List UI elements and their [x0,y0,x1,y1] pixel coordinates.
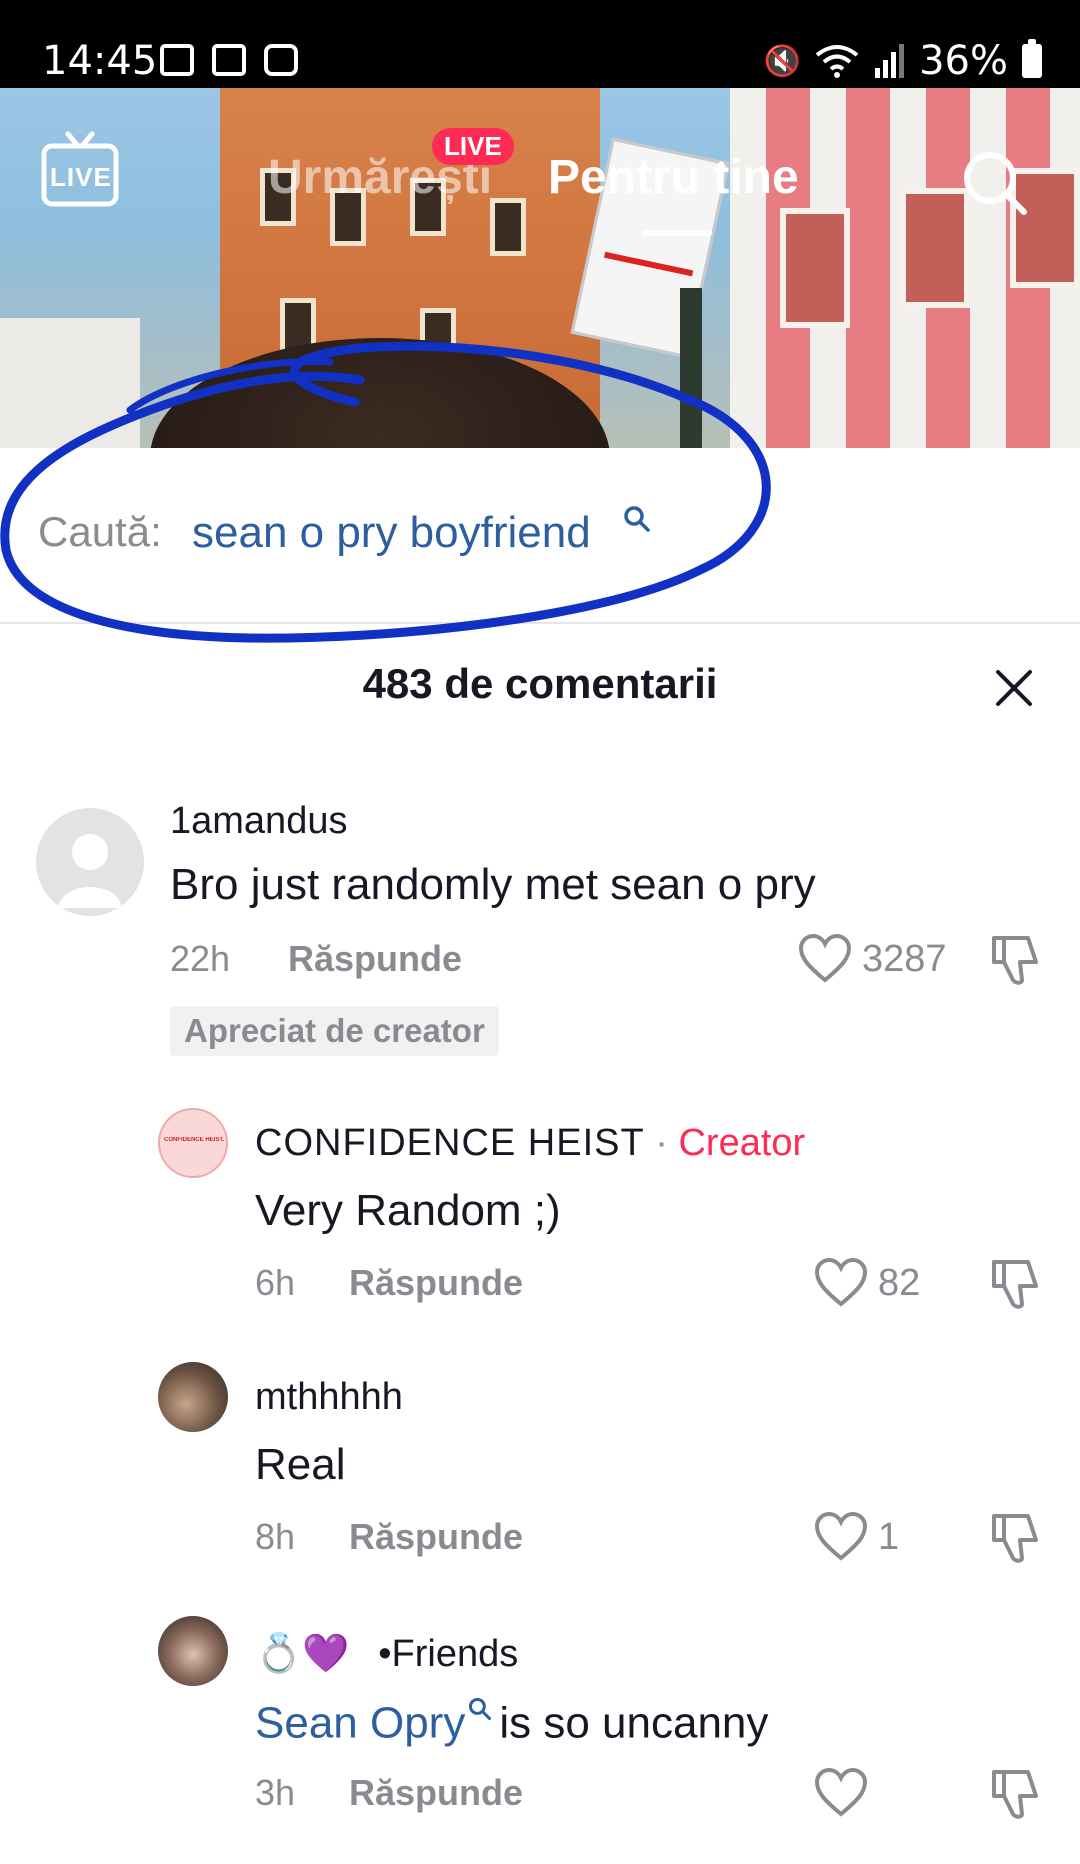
comment-time: 8h [255,1516,296,1557]
live-button-label: LIVE [50,162,112,192]
search-prefix-label: Caută: [38,508,162,555]
comment-time: 22h [170,938,231,979]
reply-button[interactable]: Răspunde [349,1772,523,1814]
dislike-icon[interactable] [990,1512,1040,1564]
comment-username[interactable]: CONFIDENCE HEIST [255,1122,645,1164]
avatar-logo-text: CONFIDENCE HEIST. [163,1137,224,1143]
mute-icon: 🔇 [763,43,802,79]
like-count: 82 [878,1262,921,1304]
default-avatar-icon [58,834,122,908]
comment-text: Very Random ;) [255,1186,561,1235]
comment-text: is so uncanny [499,1698,769,1748]
comment-text-row: Sean Opry is so uncanny [255,1696,768,1749]
comment-time: 3h [255,1772,296,1813]
video-scene [0,318,140,448]
avatar[interactable] [36,808,144,916]
like-heart-icon[interactable] [814,1768,868,1818]
wifi-icon [815,43,859,79]
dislike-icon[interactable] [990,1768,1040,1820]
comment-text: Real [255,1440,346,1489]
comment-text: Bro just randomly met sean o pry [170,860,816,909]
search-button[interactable] [960,148,1030,218]
like-heart-icon[interactable] [814,1258,868,1308]
dislike-icon[interactable] [990,934,1040,986]
comment-username[interactable]: •Friends [378,1633,518,1675]
search-icon [624,506,650,532]
video-background[interactable] [0,88,1080,448]
comment-time: 6h [255,1262,296,1303]
status-bar: 14:45 🔇 36% [0,0,1080,88]
comment-username[interactable]: 1amandus [170,800,347,843]
battery-icon [1022,39,1042,78]
status-time: 14:45 [42,38,158,84]
avatar[interactable] [158,1616,228,1686]
search-icon [964,152,1027,215]
live-tv-button[interactable]: LIVE [40,130,120,208]
gallery-icon [212,44,246,76]
avatar[interactable]: CONFIDENCE HEIST. [158,1108,228,1178]
search-link[interactable]: Sean Opry [255,1699,465,1748]
reply-button[interactable]: Răspunde [288,938,462,980]
notification-icon [160,44,194,76]
reply-button[interactable]: Răspunde [349,1516,523,1558]
status-left-icons [160,44,298,76]
like-count: 1 [878,1516,900,1558]
like-count: 3287 [862,938,947,980]
screen-record-icon [264,44,298,76]
separator-dot: · [655,1122,668,1164]
search-suggestion-bar[interactable]: Caută: sean o pry boyfriend [0,448,1080,624]
like-heart-icon[interactable] [798,934,852,984]
active-tab-indicator [642,230,712,236]
close-icon [996,670,1032,706]
creator-tag: Creator [678,1122,806,1164]
comments-count-title: 483 de comentarii [362,660,718,707]
comment-username[interactable]: mthhhhh [255,1376,403,1419]
video-scene [730,88,1080,448]
close-comments-button[interactable] [990,664,1038,712]
tab-for-you[interactable]: Pentru tine [548,150,799,205]
search-icon [469,1697,492,1721]
battery-percent: 36% [919,38,1008,84]
live-badge: LIVE [432,128,514,165]
status-right: 🔇 36% [764,38,1042,84]
avatar[interactable] [158,1362,228,1432]
like-heart-icon[interactable] [814,1512,868,1562]
comment-author-row: 💍💜 •Friends [255,1632,518,1676]
comment-author-row: CONFIDENCE HEIST · Creator [255,1122,805,1165]
reply-button[interactable]: Răspunde [349,1262,523,1304]
signal-icon [873,44,905,78]
username-emoji: 💍💜 [255,1633,350,1675]
liked-by-creator-badge: Apreciat de creator [170,1006,499,1056]
video-scene [680,288,702,448]
dislike-icon[interactable] [990,1258,1040,1310]
search-query-link[interactable]: sean o pry boyfriend [192,508,591,558]
